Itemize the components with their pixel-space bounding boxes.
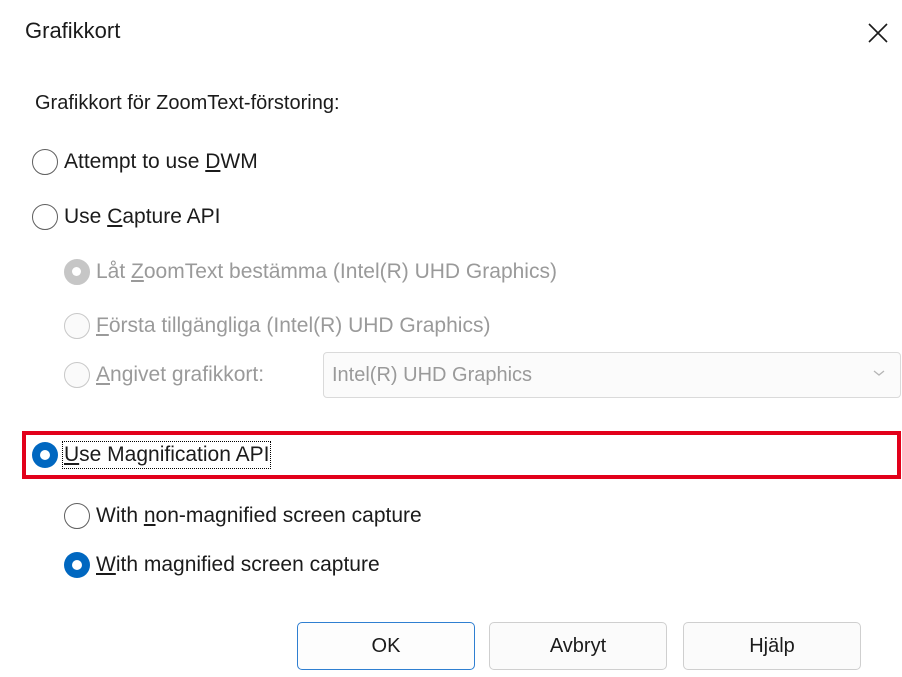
cancel-button[interactable]: Avbryt: [489, 622, 667, 670]
radio-label: Use Magnification API: [61, 441, 272, 469]
radio-label: Första tillgängliga (Intel(R) UHD Graphi…: [96, 314, 491, 337]
radio-button[interactable]: [64, 259, 90, 285]
dropdown-value: Intel(R) UHD Graphics: [332, 363, 533, 386]
radio-non-magnified-capture[interactable]: With non-magnified screen capture: [64, 499, 422, 533]
radio-zoomtext-decides[interactable]: Låt ZoomText bestämma (Intel(R) UHD Grap…: [64, 255, 557, 289]
radio-attempt-dwm[interactable]: Attempt to use DWM: [32, 145, 258, 179]
radio-button[interactable]: [64, 503, 90, 529]
radio-button[interactable]: [64, 313, 90, 339]
radio-button[interactable]: [32, 149, 58, 175]
radio-label: Attempt to use DWM: [64, 150, 258, 173]
radio-label: Use Capture API: [64, 205, 221, 228]
radio-use-capture-api[interactable]: Use Capture API: [32, 200, 220, 234]
help-button[interactable]: Hjälp: [683, 622, 861, 670]
radio-label: Låt ZoomText bestämma (Intel(R) UHD Grap…: [96, 260, 557, 283]
close-icon: [868, 23, 888, 43]
close-button[interactable]: [855, 10, 901, 56]
graphics-card-dropdown[interactable]: Intel(R) UHD Graphics: [323, 352, 901, 398]
radio-label: With non-magnified screen capture: [96, 504, 422, 527]
radio-button[interactable]: [32, 204, 58, 230]
radio-specified-card[interactable]: Angivet grafikkort:: [64, 358, 264, 392]
chevron-down-icon: [873, 370, 885, 376]
radio-label: With magnified screen capture: [96, 553, 380, 576]
dialog-title: Grafikkort: [25, 18, 121, 43]
radio-magnified-capture[interactable]: With magnified screen capture: [64, 548, 380, 582]
radio-first-available[interactable]: Första tillgängliga (Intel(R) UHD Graphi…: [64, 309, 490, 343]
radio-button[interactable]: [32, 442, 58, 468]
radio-button[interactable]: [64, 552, 90, 578]
ok-button[interactable]: OK: [297, 622, 475, 670]
radio-button[interactable]: [64, 362, 90, 388]
title-bar: Grafikkort: [0, 0, 902, 64]
radio-label: Angivet grafikkort:: [96, 363, 265, 386]
radio-use-magnification-api[interactable]: Use Magnification API: [32, 438, 272, 472]
group-label: Grafikkort för ZoomText-förstoring:: [35, 92, 340, 114]
